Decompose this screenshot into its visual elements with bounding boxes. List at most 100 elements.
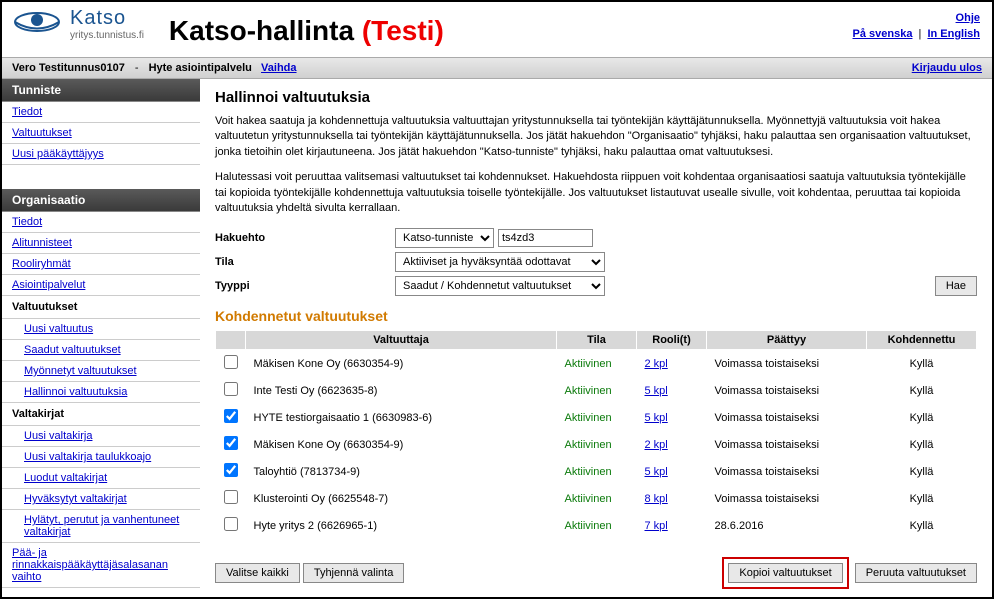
cell-roolit-link[interactable]: 2 kpl [645, 358, 668, 370]
cell-roolit-link[interactable]: 5 kpl [645, 466, 668, 478]
cell-roolit-link[interactable]: 5 kpl [645, 385, 668, 397]
nav-alitunnisteet[interactable]: Alitunnisteet [12, 237, 72, 249]
eye-logo-icon [12, 7, 62, 37]
table-row: Hyte yritys 2 (6626965-1)Aktiivinen7 kpl… [216, 512, 977, 539]
highlight-box: Kopioi valtuutukset [722, 557, 848, 589]
hakuehto-label: Hakuehto [215, 232, 395, 244]
clear-selection-button[interactable]: Tyhjennä valinta [303, 563, 405, 583]
col-roolit: Rooli(t) [637, 331, 707, 350]
header: Katso yritys.tunnistus.fi Katso-hallinta… [2, 2, 992, 57]
cell-kohdennettu: Kyllä [867, 512, 977, 539]
nav-myonnetyt-valtuutukset[interactable]: Myönnetyt valtuutukset [24, 365, 137, 377]
nav-saadut-valtuutukset[interactable]: Saadut valtuutukset [24, 344, 121, 356]
logout-link[interactable]: Kirjaudu ulos [912, 62, 982, 74]
table-row: Klusterointi Oy (6625548-7)Aktiivinen8 k… [216, 485, 977, 512]
cell-valtuuttaja: Hyte yritys 2 (6626965-1) [246, 512, 557, 539]
cell-valtuuttaja: HYTE testiorgaisaatio 1 (6630983-6) [246, 404, 557, 431]
tila-label: Tila [215, 256, 395, 268]
cell-tila: Aktiivinen [565, 412, 612, 424]
row-checkbox[interactable] [224, 355, 238, 369]
cell-paattyy: Voimassa toistaiseksi [707, 404, 867, 431]
cell-paattyy: Voimassa toistaiseksi [707, 485, 867, 512]
logo-subtitle: yritys.tunnistus.fi [70, 30, 144, 41]
nav-rooliryhmat[interactable]: Rooliryhmät [12, 258, 71, 270]
nav-valtuutukset[interactable]: Valtuutukset [12, 127, 72, 139]
cell-roolit-link[interactable]: 7 kpl [645, 520, 668, 532]
tila-select[interactable]: Aktiiviset ja hyväksyntää odottavat [395, 252, 605, 272]
hakuehto-input[interactable] [498, 229, 593, 247]
col-tila: Tila [557, 331, 637, 350]
cell-kohdennettu: Kyllä [867, 404, 977, 431]
nav-org-tiedot[interactable]: Tiedot [12, 216, 42, 228]
hakuehto-select[interactable]: Katso-tunniste [395, 228, 494, 248]
col-paattyy: Päättyy [707, 331, 867, 350]
tyyppi-select[interactable]: Saadut / Kohdennetut valtuutukset [395, 276, 605, 296]
cell-tila: Aktiivinen [565, 466, 612, 478]
cell-paattyy: Voimassa toistaiseksi [707, 458, 867, 485]
row-checkbox[interactable] [224, 436, 238, 450]
lang-sv-link[interactable]: På svenska [853, 28, 913, 40]
col-kohdennettu: Kohdennettu [867, 331, 977, 350]
cell-valtuuttaja: Taloyhtiö (7813734-9) [246, 458, 557, 485]
search-form: Hakuehto Katso-tunniste Tila Aktiiviset … [215, 228, 977, 296]
nav-header-organisaatio: Organisaatio [2, 189, 200, 212]
user-bar: Vero Testitunnus0107 - Hyte asiointipalv… [2, 57, 992, 79]
nav-subhead-valtuutukset: Valtuutukset [2, 296, 200, 319]
select-all-button[interactable]: Valitse kaikki [215, 563, 300, 583]
cell-valtuuttaja: Mäkisen Kone Oy (6630354-9) [246, 350, 557, 378]
cell-kohdennettu: Kyllä [867, 350, 977, 378]
cell-tila: Aktiivinen [565, 358, 612, 370]
cell-kohdennettu: Kyllä [867, 485, 977, 512]
help-link[interactable]: Ohje [956, 12, 980, 24]
results-table: Valtuuttaja Tila Rooli(t) Päättyy Kohden… [215, 330, 977, 539]
hae-button[interactable]: Hae [935, 276, 977, 296]
nav-uusi-valtakirja-taulukkoajo[interactable]: Uusi valtakirja taulukkoajo [24, 451, 151, 463]
cell-paattyy: Voimassa toistaiseksi [707, 377, 867, 404]
intro-para-1: Voit hakea saatuja ja kohdennettuja valt… [215, 114, 977, 160]
table-row: Mäkisen Kone Oy (6630354-9) Aktiivinen 2 k… [216, 350, 977, 378]
cell-valtuuttaja: Klusterointi Oy (6625548-7) [246, 485, 557, 512]
intro-para-2: Halutessasi voit peruuttaa valitsemasi v… [215, 170, 977, 216]
lang-en-link[interactable]: In English [927, 28, 980, 40]
section-title: Kohdennetut valtuutukset [215, 308, 977, 324]
nav-hallinnoi-valtuutuksia[interactable]: Hallinnoi valtuutuksia [24, 386, 127, 398]
copy-button[interactable]: Kopioi valtuutukset [728, 563, 842, 583]
row-checkbox[interactable] [224, 463, 238, 477]
table-row: Mäkisen Kone Oy (6630354-9)Aktiivinen2 k… [216, 431, 977, 458]
page-title: Katso-hallinta (Testi) [169, 15, 444, 47]
col-valtuuttaja: Valtuuttaja [246, 331, 557, 350]
nav-hylatyt-valtakirjat[interactable]: Hylätyt, perutut ja vanhentuneet valtaki… [24, 514, 179, 538]
logo: Katso yritys.tunnistus.fi [12, 7, 144, 41]
table-row: Inte Testi Oy (6623635-8)Aktiivinen5 kpl… [216, 377, 977, 404]
nav-tiedot[interactable]: Tiedot [12, 106, 42, 118]
main-content: Hallinnoi valtuutuksia Voit hakea saatuj… [200, 79, 992, 599]
table-row: Taloyhtiö (7813734-9) Aktiivinen 5 kpl Voim… [216, 458, 977, 485]
row-checkbox[interactable] [224, 382, 238, 396]
cell-roolit-link[interactable]: 2 kpl [645, 439, 668, 451]
cell-kohdennettu: Kyllä [867, 458, 977, 485]
nav-uusi-valtuutus[interactable]: Uusi valtuutus [24, 323, 93, 335]
top-links: Ohje På svenska | In English [853, 10, 980, 42]
service-name: Hyte asiointipalvelu [149, 62, 252, 74]
cell-paattyy: Voimassa toistaiseksi [707, 350, 867, 378]
cell-paattyy: Voimassa toistaiseksi [707, 431, 867, 458]
nav-asiointipalvelut[interactable]: Asiointipalvelut [12, 279, 85, 291]
nav-salasanan-vaihto[interactable]: Pää- ja rinnakkaispääkäyttäjäsalasanan v… [12, 547, 168, 583]
nav-uusi-paakayttajyys[interactable]: Uusi pääkäyttäjyys [12, 148, 104, 160]
cell-roolit-link[interactable]: 8 kpl [645, 493, 668, 505]
nav-hyvaksytyt-valtakirjat[interactable]: Hyväksytyt valtakirjat [24, 493, 127, 505]
nav-uusi-valtakirja[interactable]: Uusi valtakirja [24, 430, 92, 442]
username: Vero Testitunnus0107 [12, 62, 125, 74]
row-checkbox[interactable] [224, 517, 238, 531]
row-checkbox[interactable] [224, 409, 238, 423]
cancel-button[interactable]: Peruuta valtuutukset [855, 563, 977, 583]
row-checkbox[interactable] [224, 490, 238, 504]
nav-luodut-valtakirjat[interactable]: Luodut valtakirjat [24, 472, 107, 484]
table-row: HYTE testiorgaisaatio 1 (6630983-6) Aktii… [216, 404, 977, 431]
switch-link[interactable]: Vaihda [261, 62, 296, 74]
cell-kohdennettu: Kyllä [867, 377, 977, 404]
logo-title: Katso [70, 7, 144, 30]
cell-roolit-link[interactable]: 5 kpl [645, 412, 668, 424]
tyyppi-label: Tyyppi [215, 280, 395, 292]
cell-valtuuttaja: Mäkisen Kone Oy (6630354-9) [246, 431, 557, 458]
